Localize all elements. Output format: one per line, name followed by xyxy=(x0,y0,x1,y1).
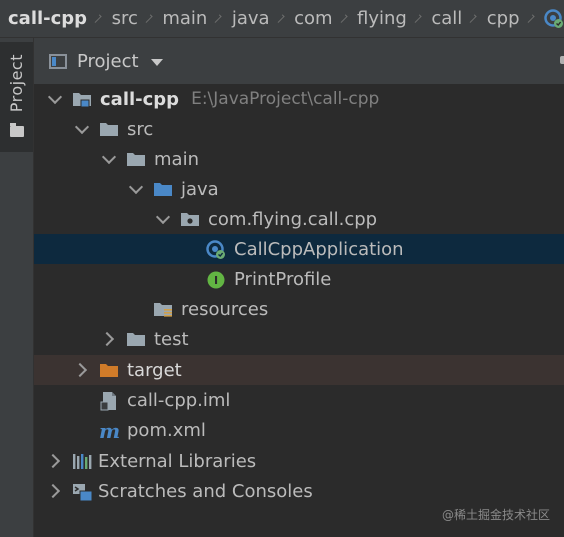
chevron-down-icon[interactable] xyxy=(46,90,64,108)
tree-node-callcppapplication[interactable]: CallCppApplication xyxy=(34,234,564,264)
breadcrumb-item-main[interactable]: main xyxy=(162,8,207,29)
excluded-folder-icon xyxy=(99,361,119,379)
svg-text:I: I xyxy=(214,274,218,287)
libraries-icon xyxy=(72,452,92,470)
panel-options-icon[interactable] xyxy=(560,56,564,64)
breadcrumb-item-java[interactable]: java xyxy=(232,8,270,29)
breadcrumb-item-call-cpp[interactable]: call-cpp xyxy=(8,8,87,29)
chevron-down-icon[interactable] xyxy=(100,150,118,168)
folder-icon xyxy=(126,150,146,168)
chevron-right-icon[interactable] xyxy=(46,482,64,500)
breadcrumb-separator xyxy=(413,14,422,23)
breadcrumb-separator xyxy=(213,14,222,23)
project-view-selector[interactable]: Project xyxy=(77,51,139,72)
tree-node-resources[interactable]: resources xyxy=(34,294,564,324)
tree-node-package[interactable]: com.flying.call.cpp xyxy=(34,204,564,234)
breadcrumb-separator xyxy=(93,14,102,23)
project-panel-header: Project xyxy=(34,38,564,84)
breadcrumb-item-flying[interactable]: flying xyxy=(357,8,407,29)
maven-icon: m xyxy=(99,419,120,443)
chevron-down-icon[interactable] xyxy=(73,120,91,138)
tree-node-printprofile[interactable]: I PrintProfile xyxy=(34,264,564,294)
tree-node-label: call-cpp.iml xyxy=(127,389,231,411)
chevron-down-icon[interactable] xyxy=(150,58,163,66)
tree-node-label: resources xyxy=(181,298,269,320)
project-tree: call-cpp E:\JavaProject\call-cpp src mai… xyxy=(34,84,564,537)
breadcrumb-separator xyxy=(338,14,347,23)
tree-node-java[interactable]: java xyxy=(34,174,564,204)
tree-node-label: call-cpp xyxy=(100,88,180,110)
tree-node-src[interactable]: src xyxy=(34,114,564,144)
tree-node-label: src xyxy=(127,118,154,140)
breadcrumb-separator xyxy=(525,14,534,23)
tree-node-call-cpp[interactable]: call-cpp E:\JavaProject\call-cpp xyxy=(34,84,564,114)
tree-node-pom[interactable]: m pom.xml xyxy=(34,415,564,445)
tree-node-test[interactable]: test xyxy=(34,324,564,354)
folder-icon xyxy=(126,330,146,348)
breadcrumb-item-cpp[interactable]: cpp xyxy=(487,8,520,29)
chevron-right-icon[interactable] xyxy=(46,452,64,470)
source-root-folder-icon xyxy=(153,180,173,198)
tree-node-label: com.flying.call.cpp xyxy=(208,208,378,230)
tree-node-main[interactable]: main xyxy=(34,144,564,174)
breadcrumb-item-com[interactable]: com xyxy=(294,8,332,29)
spring-boot-app-icon[interactable] xyxy=(544,8,564,29)
tree-node-iml-file[interactable]: call-cpp.iml xyxy=(34,385,564,415)
chevron-down-icon[interactable] xyxy=(154,210,172,228)
iml-file-icon xyxy=(99,391,119,411)
project-tool-window-tab[interactable]: Project xyxy=(0,42,33,152)
tree-node-scratches[interactable]: Scratches and Consoles xyxy=(34,476,564,506)
breadcrumb-separator xyxy=(468,14,477,23)
interface-icon: I xyxy=(206,270,226,289)
chevron-right-icon[interactable] xyxy=(73,361,91,379)
project-tab-label: Project xyxy=(7,54,26,113)
folder-icon xyxy=(99,120,119,138)
breadcrumb: call-cpp src main java com flying call c… xyxy=(0,0,564,38)
tree-node-label: External Libraries xyxy=(98,450,257,472)
tree-node-path: E:\JavaProject\call-cpp xyxy=(191,89,380,109)
module-folder-icon xyxy=(72,90,92,108)
folder-icon xyxy=(10,123,24,137)
svg-text:m: m xyxy=(99,421,120,441)
tree-node-target[interactable]: target xyxy=(34,355,564,385)
tree-node-label: main xyxy=(154,148,199,170)
tree-node-label: pom.xml xyxy=(127,419,206,441)
spring-boot-class-icon xyxy=(206,240,226,259)
tree-node-label: java xyxy=(181,178,219,200)
ide-window: call-cpp src main java com flying call c… xyxy=(0,0,564,537)
breadcrumb-item-src[interactable]: src xyxy=(112,8,138,29)
tree-node-label: PrintProfile xyxy=(234,268,332,290)
breadcrumb-separator xyxy=(275,14,284,23)
tree-node-label: Scratches and Consoles xyxy=(98,480,313,502)
breadcrumb-separator xyxy=(144,14,153,23)
chevron-right-icon[interactable] xyxy=(100,330,118,348)
tree-node-external-libraries[interactable]: External Libraries xyxy=(34,446,564,476)
project-view-icon xyxy=(49,53,67,69)
tool-window-stripe: Project xyxy=(0,38,34,537)
resources-folder-icon xyxy=(153,300,173,318)
tree-node-label: test xyxy=(154,328,189,350)
breadcrumb-item-call[interactable]: call xyxy=(431,8,462,29)
package-icon xyxy=(180,210,200,228)
watermark: @稀土掘金技术社区 xyxy=(441,508,550,522)
scratches-icon xyxy=(72,482,93,502)
tree-node-label: target xyxy=(127,359,182,381)
chevron-down-icon[interactable] xyxy=(127,180,145,198)
tree-node-label: CallCppApplication xyxy=(234,238,404,260)
